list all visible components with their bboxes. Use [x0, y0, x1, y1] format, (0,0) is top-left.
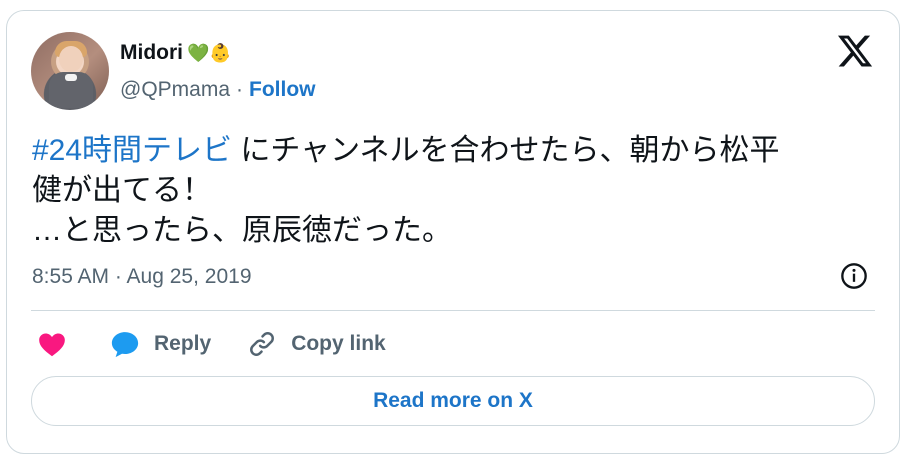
copy-link-label: Copy link [291, 332, 386, 355]
read-more-button[interactable]: Read more on X [31, 376, 875, 426]
reply-bubble-icon [111, 332, 139, 358]
tweet-timestamp[interactable]: 8:55 AM · Aug 25, 2019 [32, 265, 252, 289]
author-handle-row: @QPmama · Follow [120, 78, 316, 102]
reply-button[interactable]: Reply [110, 330, 211, 358]
tweet-text: #24時間テレビ にチャンネルを合わせたら、朝から松平 健が出てる！ …と思った… [32, 131, 872, 251]
tweet-text-line3: …と思ったら、原辰徳だった。 [32, 214, 452, 247]
copy-link-button[interactable]: Copy link [247, 329, 386, 359]
hashtag-link[interactable]: #24時間テレビ [32, 134, 232, 167]
author-name[interactable]: Midori [120, 41, 183, 65]
link-icon [250, 332, 275, 356]
avatar-doll-face [59, 46, 83, 72]
avatar[interactable] [31, 32, 109, 110]
tweet-text-line1: にチャンネルを合わせたら、朝から松平 [232, 134, 780, 167]
heart-icon [39, 333, 65, 357]
handle-separator: · [236, 78, 244, 101]
author-name-emoji: 💚👶 [187, 43, 232, 63]
tweet-actions: Reply Copy link [38, 329, 386, 359]
avatar-doll-collar [65, 74, 77, 81]
x-logo-icon[interactable] [836, 32, 874, 70]
tweet-text-line2: 健が出てる！ [32, 174, 212, 207]
divider [31, 310, 875, 311]
author-name-row[interactable]: Midori 💚👶 [120, 41, 232, 65]
follow-button[interactable]: Follow [249, 78, 316, 102]
like-button[interactable] [38, 331, 66, 357]
author-handle[interactable]: @QPmama [120, 78, 230, 102]
info-icon[interactable] [840, 262, 868, 290]
reply-label: Reply [154, 332, 212, 355]
